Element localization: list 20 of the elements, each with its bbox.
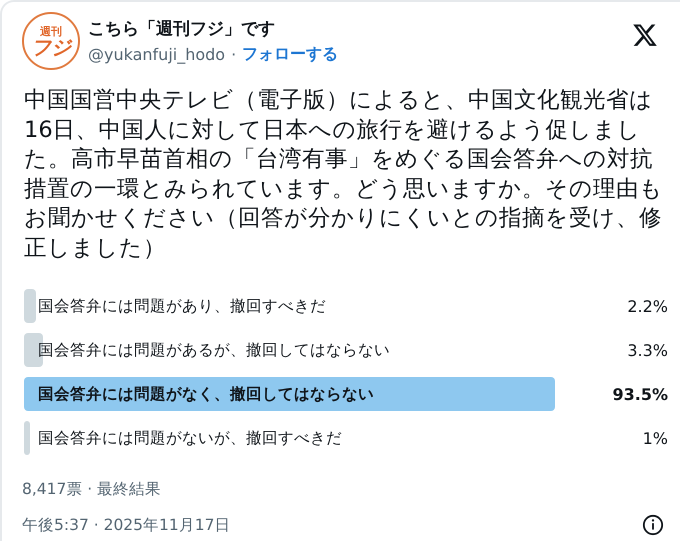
option-label: 国会答弁には問題がないが、撤回すべきだ [37, 428, 342, 448]
info-icon[interactable] [642, 514, 664, 536]
account-handle: @yukanfuji_hodo [88, 45, 226, 64]
logo-text: 週刊 [40, 26, 62, 36]
account-name[interactable]: こちら「週刊フジ」です [88, 17, 624, 40]
x-logo-icon[interactable] [632, 22, 658, 48]
option-percent: 3.3% [626, 340, 668, 360]
option-label: 国会答弁には問題があるが、撤回してはならない [37, 340, 390, 360]
option-label: 国会答弁には問題がなく、撤回してはならない [37, 384, 374, 404]
option-label: 国会答弁には問題があり、撤回すべきだ [37, 296, 326, 316]
separator: · [231, 45, 236, 64]
option-percent: 2.2% [626, 296, 668, 316]
option-percent: 1% [642, 428, 668, 448]
poll-summary: 8,417票 · 最終結果 [22, 479, 162, 500]
logo-text: フジ [31, 36, 71, 56]
post-text: 中国国営中央テレビ（電子版）によると、中国文化観光省は16日、中国人に対して日本への旅行を避けるよう促しました。高市早苗首相の「台湾有事」をめぐる国会答弁への対抗措置の一環とみられています。どう思いますか。その理由もお聞かせください（回答が分かりにくいとの指摘を受け、修正しました） [24, 86, 664, 262]
timestamp: 午後5:37 · 2025年11月17日 [22, 514, 230, 536]
avatar[interactable]: 週刊 フジ [22, 12, 80, 70]
follow-link[interactable]: フォローする [242, 44, 338, 65]
option-percent: 93.5% [611, 384, 668, 404]
